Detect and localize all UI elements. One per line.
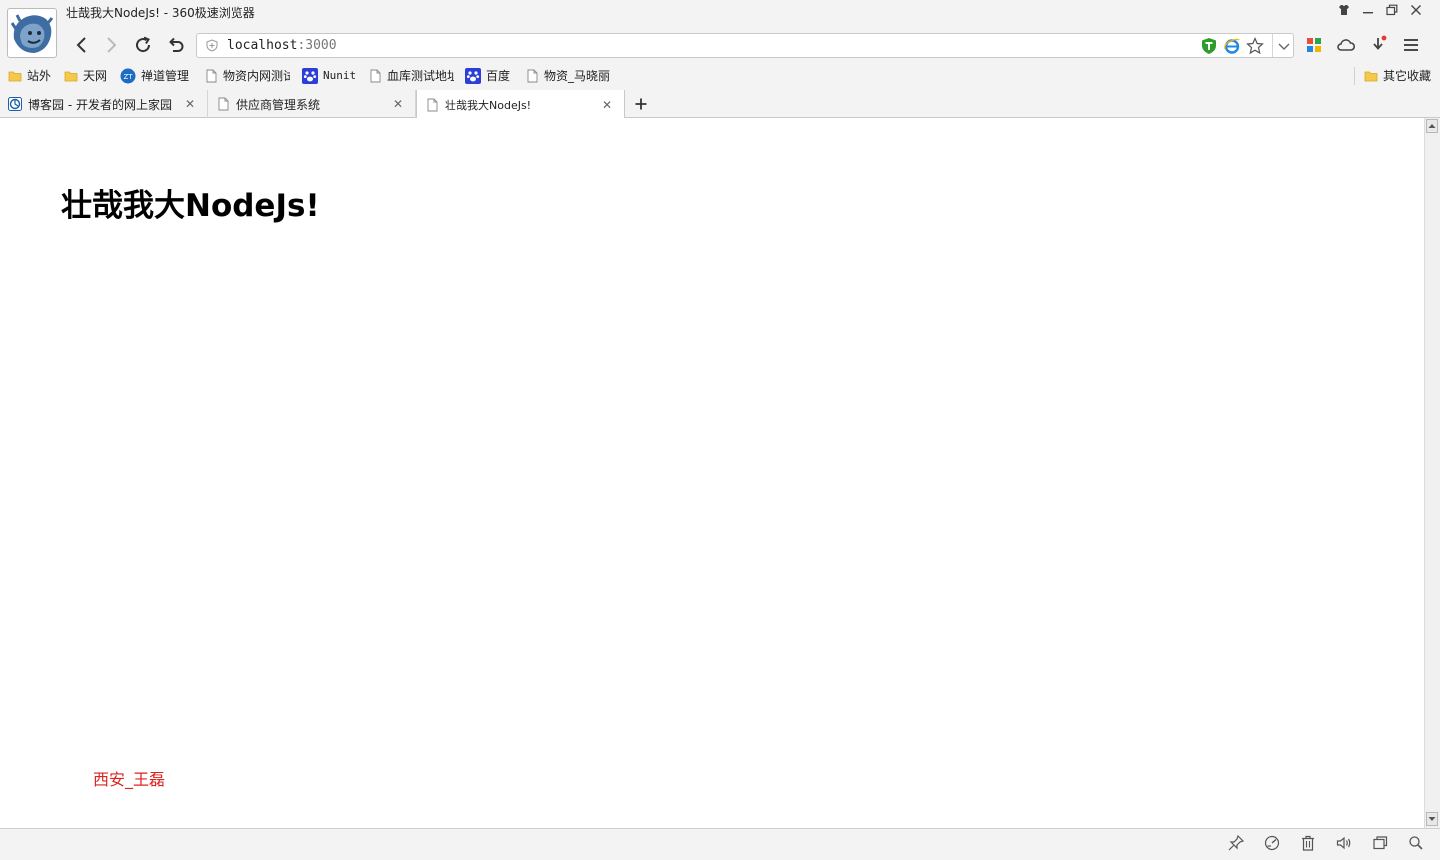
cnblogs-icon bbox=[8, 97, 22, 111]
url-host: localhost bbox=[227, 38, 298, 53]
address-bar[interactable]: localhost:3000 bbox=[196, 33, 1294, 58]
folder-icon bbox=[64, 69, 78, 83]
new-tab-button[interactable] bbox=[632, 94, 650, 114]
bookmark-item[interactable]: 血库测试地址 bbox=[368, 67, 454, 85]
pin-icon[interactable] bbox=[1227, 834, 1245, 852]
tab-label: 供应商管理系统 bbox=[236, 97, 321, 112]
address-divider bbox=[1272, 34, 1273, 57]
forward-button[interactable] bbox=[99, 33, 123, 57]
chevron-down-icon[interactable] bbox=[1276, 37, 1292, 55]
bookmark-item[interactable]: 站外 bbox=[8, 67, 56, 85]
bookmark-label: Nunit bbox=[323, 69, 357, 82]
tab-close-icon[interactable]: ✕ bbox=[183, 97, 197, 111]
bookmark-label: 物资内网测试 bbox=[223, 69, 290, 83]
tab-close-icon[interactable]: ✕ bbox=[600, 98, 614, 112]
restore-icon[interactable] bbox=[1382, 4, 1402, 22]
star-icon[interactable] bbox=[1246, 37, 1264, 55]
paw-icon bbox=[302, 68, 318, 84]
other-bookmarks[interactable]: 其它收藏 bbox=[1364, 67, 1436, 85]
paw-icon bbox=[465, 68, 481, 84]
folder-icon bbox=[8, 69, 22, 83]
status-bar bbox=[0, 828, 1440, 860]
scroll-down-button[interactable] bbox=[1426, 812, 1438, 826]
bookmark-label: 站外 bbox=[27, 69, 52, 83]
tab-cnblogs[interactable]: 博客园 - 开发者的网上家园 ✕ bbox=[0, 90, 208, 118]
browser-logo-icon[interactable] bbox=[7, 8, 57, 58]
vertical-scrollbar[interactable] bbox=[1424, 118, 1440, 828]
volume-icon[interactable] bbox=[1335, 834, 1353, 852]
bookmark-label: 天网 bbox=[83, 69, 108, 83]
page-icon bbox=[525, 69, 539, 83]
page-icon bbox=[204, 69, 218, 83]
window-mode-icon[interactable] bbox=[1371, 834, 1389, 852]
tab-nodejs[interactable]: 壮哉我大NodeJs! ✕ bbox=[416, 90, 625, 119]
tab-label: 壮哉我大NodeJs! bbox=[445, 98, 532, 112]
security-shield-icon[interactable] bbox=[206, 39, 218, 52]
scroll-up-button[interactable] bbox=[1426, 119, 1438, 133]
close-icon[interactable] bbox=[1406, 4, 1426, 22]
page-icon bbox=[425, 98, 439, 112]
tab-label: 博客园 - 开发者的网上家园 bbox=[28, 97, 172, 112]
bookmark-item[interactable]: 物资_马晓丽 bbox=[525, 67, 617, 85]
bookmark-label: 禅道管理 bbox=[141, 69, 190, 83]
cloud-icon[interactable] bbox=[1336, 36, 1356, 54]
url-text[interactable]: localhost:3000 bbox=[227, 38, 337, 53]
apps-grid-icon[interactable] bbox=[1305, 36, 1323, 54]
safe-guard-icon[interactable] bbox=[1200, 37, 1218, 55]
bookmark-item[interactable]: 百度 bbox=[465, 67, 517, 85]
bookmark-label: 物资_马晓丽 bbox=[544, 69, 611, 83]
bookmark-label: 百度 bbox=[486, 69, 511, 83]
bookmarks-divider bbox=[1354, 67, 1355, 85]
minimize-icon[interactable] bbox=[1358, 4, 1378, 22]
zentao-icon: ZT bbox=[120, 68, 136, 84]
bookmark-item[interactable]: ZT 禅道管理 bbox=[120, 67, 194, 85]
menu-icon[interactable] bbox=[1401, 36, 1421, 54]
folder-icon bbox=[1364, 69, 1378, 83]
back-button[interactable] bbox=[70, 33, 94, 57]
other-bookmarks-label: 其它收藏 bbox=[1383, 69, 1432, 83]
download-icon[interactable] bbox=[1369, 34, 1389, 54]
page-footer-text: 西安_王磊 bbox=[93, 770, 166, 789]
tab-supplier[interactable]: 供应商管理系统 ✕ bbox=[208, 90, 416, 118]
undo-close-button[interactable] bbox=[164, 33, 188, 57]
zoom-icon[interactable] bbox=[1407, 834, 1425, 852]
page-icon bbox=[216, 97, 230, 111]
url-port: :3000 bbox=[297, 38, 337, 53]
bookmark-item[interactable]: 物资内网测试 bbox=[204, 67, 290, 85]
trash-icon[interactable] bbox=[1299, 834, 1317, 852]
page-heading: 壮哉我大NodeJs! bbox=[61, 188, 320, 224]
window-title: 壮哉我大NodeJs! - 360极速浏览器 bbox=[66, 6, 255, 20]
bookmark-item[interactable]: 天网 bbox=[64, 67, 112, 85]
bookmark-item[interactable]: Nunit bbox=[302, 67, 358, 85]
page-icon bbox=[368, 69, 382, 83]
tab-close-icon[interactable]: ✕ bbox=[391, 97, 405, 111]
bookmark-label: 血库测试地址 bbox=[387, 69, 454, 83]
skin-icon[interactable] bbox=[1334, 4, 1354, 22]
ie-mode-icon[interactable] bbox=[1223, 37, 1241, 55]
svg-text:ZT: ZT bbox=[123, 73, 133, 81]
reload-button[interactable] bbox=[131, 33, 155, 57]
speed-icon[interactable] bbox=[1263, 834, 1281, 852]
